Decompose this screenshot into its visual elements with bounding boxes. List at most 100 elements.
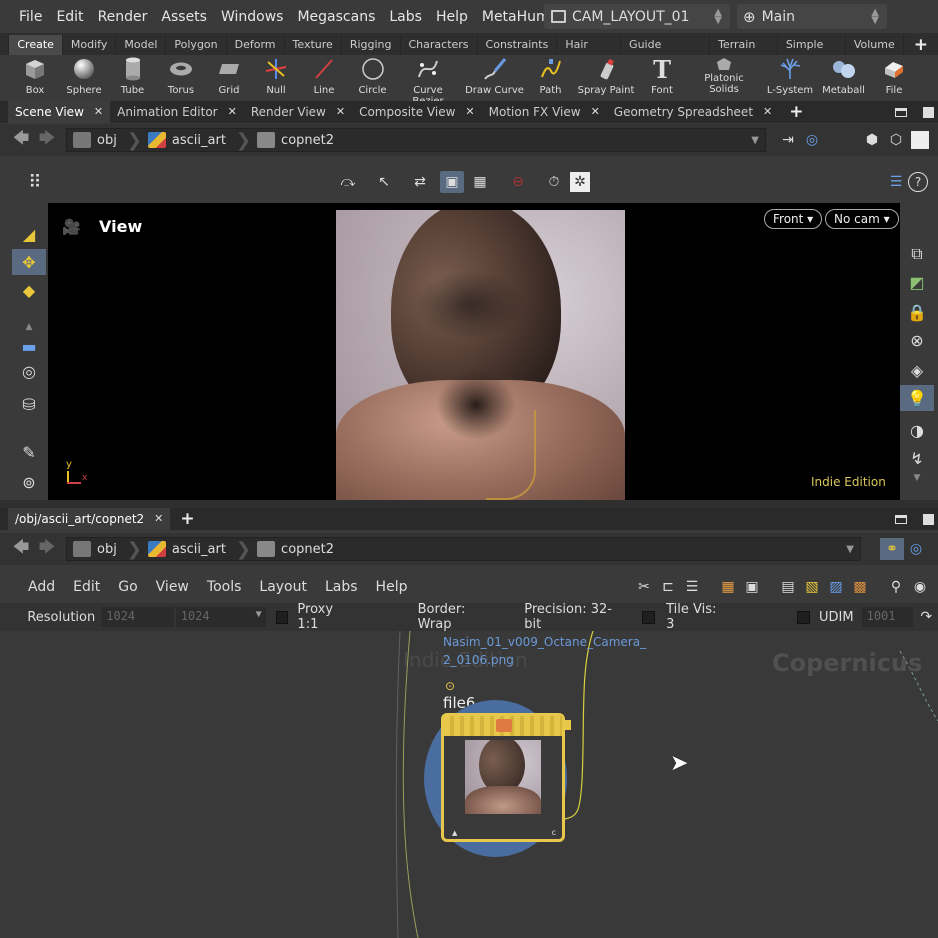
network-box-icon[interactable]: ▤: [776, 576, 800, 598]
shelf-tab-modify[interactable]: Modify: [63, 35, 117, 55]
flipbook-icon[interactable]: ⊚: [12, 469, 46, 495]
light-bulb-icon[interactable]: 💡: [900, 385, 934, 411]
crumb-copnet2[interactable]: copnet2: [251, 132, 344, 148]
shelf-tab-create[interactable]: Create: [9, 35, 63, 55]
close-icon[interactable]: ✕: [94, 101, 103, 123]
timer-icon[interactable]: ⏱: [542, 171, 566, 193]
menu-tools[interactable]: Tools: [198, 579, 251, 595]
render-region-icon[interactable]: ⛁: [12, 391, 46, 417]
tool-lsystem[interactable]: L-System: [765, 55, 815, 101]
help-icon[interactable]: ?: [908, 172, 928, 192]
snap-icon[interactable]: ◎: [12, 358, 46, 384]
tool-metaball[interactable]: Metaball: [815, 55, 872, 101]
shelf-tab-terrain-fx[interactable]: Terrain FX: [710, 35, 778, 71]
tab-network-path[interactable]: /obj/ascii_art/copnet2 ✕: [8, 508, 171, 530]
cube-view-icon[interactable]: ⬢: [860, 129, 884, 151]
bundle-icon[interactable]: ▩: [848, 576, 872, 598]
menu-help[interactable]: Help: [367, 579, 417, 595]
forward-arrow-icon[interactable]: 🡆: [34, 127, 60, 154]
tool-spray-paint[interactable]: Spray Paint: [571, 55, 641, 101]
shelf-tab-deform[interactable]: Deform: [227, 35, 285, 55]
tool-null[interactable]: Null: [252, 55, 300, 101]
move-tool-icon[interactable]: ✥: [12, 249, 46, 275]
color-palette-icon[interactable]: ▦: [716, 576, 740, 598]
menu-labs[interactable]: Labs: [316, 579, 367, 595]
precision-mode[interactable]: Precision: 32-bit: [524, 602, 626, 632]
camera-icon[interactable]: ▣: [440, 171, 464, 193]
pin-icon[interactable]: ⚭: [880, 538, 904, 560]
transform-icon[interactable]: ⇄: [408, 171, 432, 193]
menu-edit[interactable]: Edit: [64, 579, 109, 595]
menu-layout[interactable]: Layout: [250, 579, 316, 595]
no-entry-icon[interactable]: ⊖: [506, 171, 530, 193]
close-icon[interactable]: ✕: [465, 101, 474, 123]
select-tool-icon[interactable]: ◢: [12, 221, 46, 247]
pane-menu-icon[interactable]: [895, 107, 907, 117]
shelf-tab-characters[interactable]: Characters: [401, 35, 478, 55]
back-arrow-icon[interactable]: 🡄: [8, 127, 34, 154]
mask-icon[interactable]: ⊗: [900, 327, 934, 353]
maximize-icon[interactable]: [923, 513, 934, 525]
tool-path[interactable]: Path: [530, 55, 571, 101]
tool-line[interactable]: Line: [300, 55, 348, 101]
forward-arrow-icon[interactable]: 🡆: [34, 536, 60, 563]
crumb-ascii-art[interactable]: ascii_art: [142, 132, 236, 148]
shelf-tab-simple-fx[interactable]: Simple FX: [778, 35, 846, 71]
search-icon[interactable]: ⚲: [884, 576, 908, 598]
image-icon[interactable]: ▨: [824, 576, 848, 598]
link-icon[interactable]: ◎: [800, 129, 824, 151]
menu-edit[interactable]: Edit: [49, 9, 90, 25]
pane-menu-icon[interactable]: [895, 514, 907, 524]
file-node[interactable]: ▲ c: [441, 713, 571, 842]
tab-scene-view[interactable]: Scene View ✕: [8, 101, 111, 123]
proxy-checkbox[interactable]: [275, 610, 289, 624]
shape-palette-icon[interactable]: ▣: [740, 576, 764, 598]
menu-file[interactable]: File: [12, 9, 49, 25]
sticky-note-icon[interactable]: ▧: [800, 576, 824, 598]
list-icon[interactable]: ☰: [680, 576, 704, 598]
node-output-connector[interactable]: [564, 720, 571, 730]
close-icon[interactable]: ✕: [336, 101, 345, 123]
link-icon[interactable]: ◎: [904, 538, 928, 560]
menu-assets[interactable]: Assets: [154, 9, 214, 25]
lock-icon[interactable]: 🔒: [900, 299, 934, 325]
menu-windows[interactable]: Windows: [214, 9, 291, 25]
menu-help[interactable]: Help: [429, 9, 475, 25]
network-editor[interactable]: Indie Edition Copernicus Nasim_01_v009_O…: [0, 631, 938, 938]
close-icon[interactable]: ✕: [763, 101, 772, 123]
close-icon[interactable]: ✕: [154, 508, 163, 530]
resolution-x-field[interactable]: 1024: [101, 607, 174, 627]
menu-labs[interactable]: Labs: [382, 9, 429, 25]
tool-font[interactable]: T Font: [641, 55, 683, 101]
crumb-obj[interactable]: obj: [67, 541, 127, 557]
tool-curve-bezier[interactable]: Curve Bezier: [397, 55, 459, 107]
settings-gear-icon[interactable]: ✲: [570, 172, 590, 192]
back-arrow-icon[interactable]: 🡄: [8, 536, 34, 563]
add-tab-button[interactable]: +: [779, 102, 813, 122]
screenshot-icon[interactable]: ▦: [468, 171, 492, 193]
crumb-obj[interactable]: obj: [67, 132, 127, 148]
shelf-tab-model[interactable]: Model: [116, 35, 167, 55]
tool-box[interactable]: Box: [11, 55, 59, 101]
crumb-ascii-art[interactable]: ascii_art: [142, 541, 236, 557]
menu-megascans[interactable]: Megascans: [290, 9, 382, 25]
tool-file[interactable]: File: [872, 55, 916, 101]
context-select[interactable]: ⊕ Main ▲ ▼: [737, 4, 887, 29]
wrench-icon[interactable]: ✂: [632, 576, 656, 598]
view-direction-button[interactable]: Front ▾: [764, 209, 823, 229]
add-shelf-tab-button[interactable]: +: [904, 35, 938, 55]
tool-platonic-solids[interactable]: Platonic Solids: [683, 55, 765, 101]
white-square-icon[interactable]: [908, 129, 932, 151]
guide-icon[interactable]: ↯: [900, 445, 934, 471]
maximize-icon[interactable]: [923, 106, 934, 118]
tool-draw-curve[interactable]: Draw Curve: [459, 55, 530, 101]
handle-tool-icon[interactable]: ◆: [12, 277, 46, 303]
tile-vis-checkbox[interactable]: [642, 610, 656, 624]
dots-menu-icon[interactable]: ⠿: [22, 171, 46, 193]
display-options-icon[interactable]: ☰: [884, 171, 908, 193]
tab-render-view[interactable]: Render View ✕: [244, 101, 352, 123]
shading-mode-icon[interactable]: ◑: [900, 417, 934, 443]
dropdown-arrow-icon[interactable]: ▼: [256, 609, 262, 620]
tool-sphere[interactable]: Sphere: [59, 55, 109, 101]
dropdown-arrow-icon[interactable]: ▼: [751, 135, 759, 146]
